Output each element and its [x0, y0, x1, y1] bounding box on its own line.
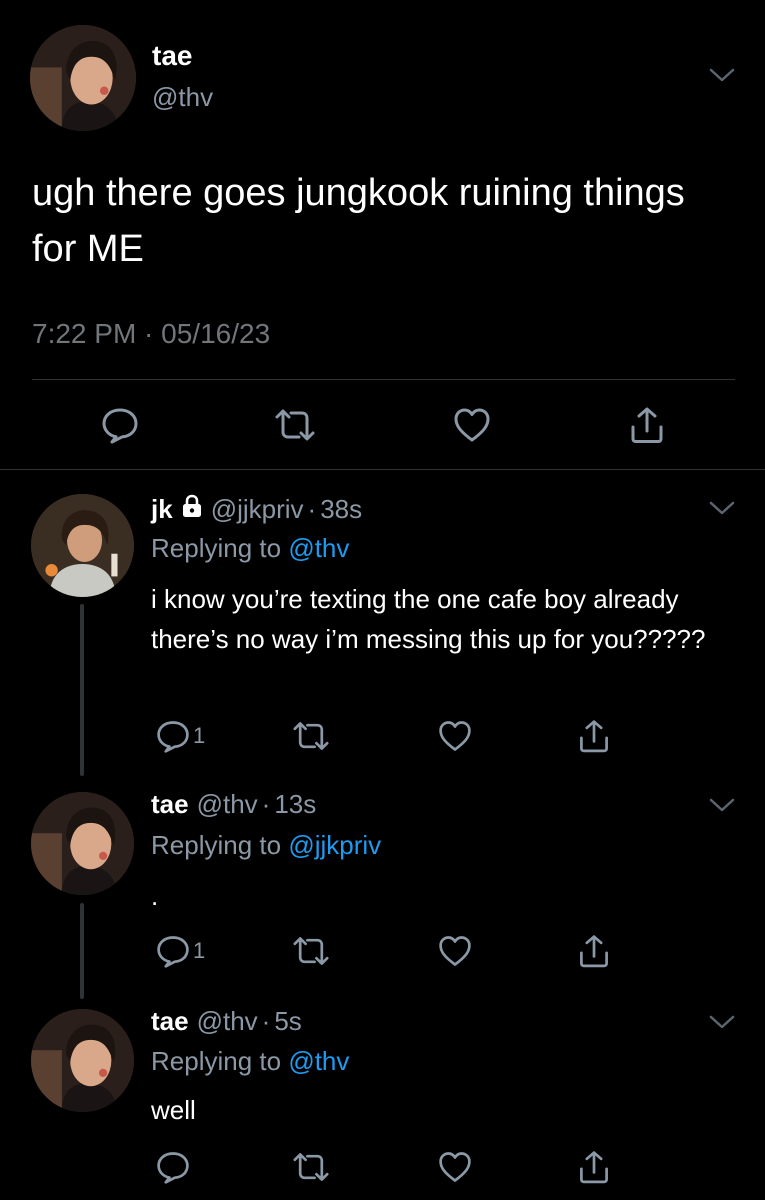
- chevron-down-icon[interactable]: [709, 797, 735, 813]
- replying-label: Replying to: [151, 830, 282, 860]
- retweet-button[interactable]: [273, 403, 317, 447]
- share-icon: [576, 718, 612, 754]
- reply-header: tae @thv · 5s: [151, 1006, 302, 1037]
- reply-icon: [100, 405, 140, 445]
- avatar[interactable]: [31, 792, 134, 895]
- reply-header: jk @jjkpriv · 38s: [151, 494, 362, 525]
- author-name[interactable]: tae: [151, 1006, 189, 1037]
- tweet-timestamp: 7:22 PM · 05/16/23: [32, 318, 271, 349]
- retweet-icon: [291, 933, 331, 969]
- separator: ·: [261, 789, 271, 819]
- separator: ·: [307, 494, 317, 524]
- reply-button[interactable]: [100, 403, 140, 447]
- like-button[interactable]: [437, 714, 473, 758]
- reply-actions: [0, 1145, 765, 1189]
- replying-label: Replying to: [151, 533, 282, 563]
- retweet-icon: [291, 718, 331, 754]
- share-icon: [576, 933, 612, 969]
- heart-icon: [437, 718, 473, 754]
- tweet-text: ugh there goes jungkook ruining things f…: [32, 172, 685, 270]
- chevron-down-icon[interactable]: [709, 1014, 735, 1030]
- share-button[interactable]: [576, 714, 612, 758]
- retweet-icon: [291, 1149, 331, 1185]
- reply-text: .: [151, 881, 159, 911]
- retweet-button[interactable]: [291, 1145, 331, 1189]
- tweet-actions: [0, 403, 765, 447]
- mention-link[interactable]: @jjkpriv: [288, 830, 381, 860]
- divider: [0, 469, 765, 470]
- replying-to: Replying to @jjkpriv: [151, 830, 381, 861]
- chevron-down-icon[interactable]: [709, 67, 735, 83]
- heart-icon: [437, 933, 473, 969]
- share-icon: [627, 405, 667, 445]
- author-name[interactable]: tae: [152, 40, 192, 72]
- share-button[interactable]: [576, 1145, 612, 1189]
- reply-count: 1: [193, 723, 206, 748]
- author-handle[interactable]: @jjkpriv: [211, 494, 304, 525]
- share-icon: [576, 1149, 612, 1185]
- reply-count: 1: [193, 938, 206, 963]
- reply-icon: [155, 933, 191, 969]
- reply-text: i know you’re texting the one cafe boy a…: [151, 584, 706, 654]
- separator: ·: [261, 1006, 271, 1036]
- divider: [32, 379, 735, 380]
- retweet-button[interactable]: [291, 929, 331, 973]
- avatar[interactable]: [31, 1009, 134, 1112]
- reply-icon: [155, 1149, 191, 1185]
- author-handle[interactable]: @thv: [152, 82, 213, 113]
- avatar[interactable]: [30, 25, 136, 131]
- mention-link[interactable]: @thv: [288, 1046, 349, 1076]
- chevron-down-icon[interactable]: [709, 500, 735, 516]
- author-handle[interactable]: @thv: [197, 1006, 258, 1037]
- reply-time[interactable]: 5s: [274, 1006, 301, 1037]
- reply-time[interactable]: 38s: [320, 494, 362, 525]
- retweet-icon: [273, 405, 317, 445]
- reply-actions: 1: [0, 714, 765, 758]
- lock-icon: [181, 494, 203, 525]
- heart-icon: [452, 405, 492, 445]
- reply-button[interactable]: [155, 1145, 191, 1189]
- reply-icon: [155, 718, 191, 754]
- author-name[interactable]: tae: [151, 789, 189, 820]
- reply-time[interactable]: 13s: [274, 789, 316, 820]
- retweet-button[interactable]: [291, 714, 331, 758]
- share-button[interactable]: [576, 929, 612, 973]
- replying-to: Replying to @thv: [151, 1046, 349, 1077]
- like-button[interactable]: [437, 929, 473, 973]
- author-handle[interactable]: @thv: [197, 789, 258, 820]
- replying-label: Replying to: [151, 1046, 282, 1076]
- reply-button[interactable]: 1: [155, 929, 205, 973]
- heart-icon: [437, 1149, 473, 1185]
- replying-to: Replying to @thv: [151, 533, 349, 564]
- reply-actions: 1: [0, 929, 765, 973]
- mention-link[interactable]: @thv: [288, 533, 349, 563]
- share-button[interactable]: [627, 403, 667, 447]
- avatar[interactable]: [31, 494, 134, 597]
- author-name[interactable]: jk: [151, 494, 173, 525]
- like-button[interactable]: [437, 1145, 473, 1189]
- reply-text: well: [151, 1095, 196, 1125]
- reply-button[interactable]: 1: [155, 714, 205, 758]
- reply-header: tae @thv · 13s: [151, 789, 316, 820]
- like-button[interactable]: [452, 403, 492, 447]
